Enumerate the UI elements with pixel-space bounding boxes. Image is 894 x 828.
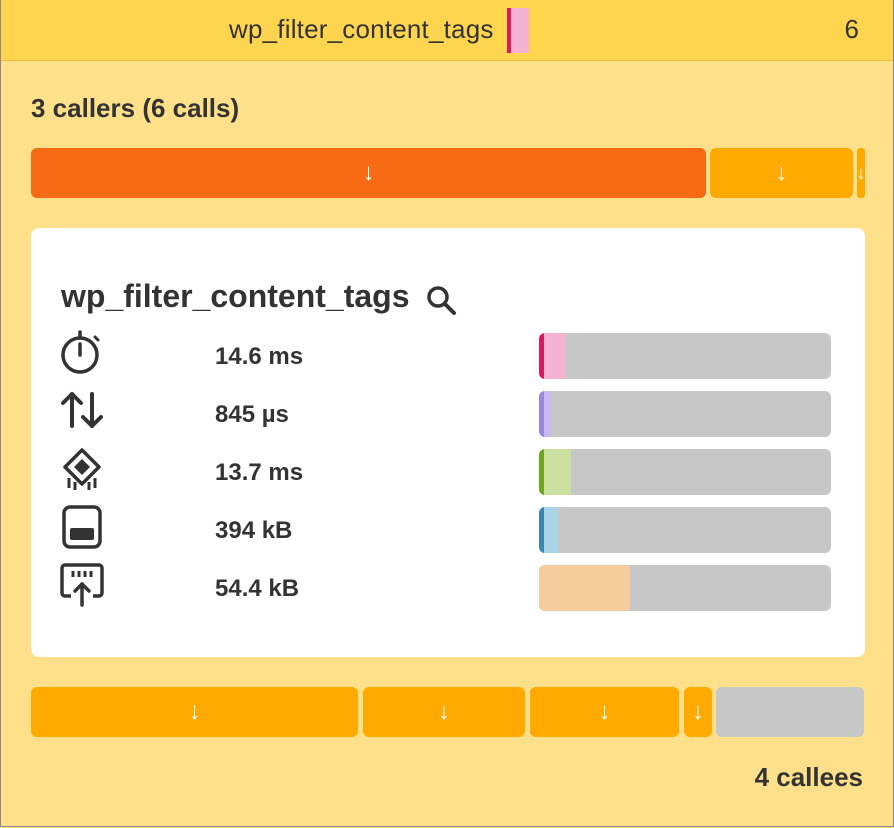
io-time-value: 845 µs xyxy=(215,401,289,428)
arrow-down-icon: ↓ xyxy=(362,159,375,186)
arrow-down-icon: ↓ xyxy=(438,698,450,725)
caller-segment-3[interactable]: ↓ xyxy=(856,148,866,198)
function-color-swatch xyxy=(507,8,529,53)
network-bar xyxy=(539,565,831,611)
search-icon[interactable] xyxy=(425,284,459,318)
memory-value: 394 kB xyxy=(215,517,293,544)
function-name-header: wp_filter_content_tags xyxy=(229,14,494,44)
cpu-time-bar xyxy=(539,449,831,495)
function-name-title: wp_filter_content_tags xyxy=(61,278,410,314)
function-detail-panel: wp_filter_content_tags 6 3 callers (6 ca… xyxy=(0,0,894,827)
callees-heading: 4 callees xyxy=(754,762,863,792)
function-header-bar[interactable]: wp_filter_content_tags 6 xyxy=(1,0,893,61)
callee-segment-4[interactable]: ↓ xyxy=(684,687,712,737)
callee-segment-2[interactable]: ↓ xyxy=(363,687,525,737)
network-value: 54.4 kB xyxy=(215,575,300,602)
arrow-down-icon: ↓ xyxy=(188,698,201,725)
call-count: 6 xyxy=(844,14,859,44)
callers-heading: 3 callers (6 calls) xyxy=(31,93,240,123)
callee-segment-self xyxy=(716,687,864,737)
io-arrows-icon xyxy=(59,388,105,434)
network-upload-icon xyxy=(59,562,105,608)
memory-icon xyxy=(59,504,105,550)
arrow-down-icon: ↓ xyxy=(598,698,611,725)
arrow-down-icon: ↓ xyxy=(692,698,704,725)
stopwatch-icon xyxy=(59,330,105,376)
arrow-down-icon: ↓ xyxy=(856,162,866,183)
function-details-card: wp_filter_content_tags 14.6 ms 845 µs 13… xyxy=(31,228,865,657)
cpu-time-value: 13.7 ms xyxy=(215,459,304,486)
wall-time-value: 14.6 ms xyxy=(215,343,304,370)
callee-segment-3[interactable]: ↓ xyxy=(530,687,679,737)
io-time-bar xyxy=(539,391,831,437)
arrow-down-icon: ↓ xyxy=(775,159,788,186)
memory-bar xyxy=(539,507,831,553)
caller-segment-1[interactable]: ↓ xyxy=(31,148,706,198)
caller-segment-2[interactable]: ↓ xyxy=(710,148,853,198)
callee-segment-1[interactable]: ↓ xyxy=(31,687,358,737)
network-bar-fill xyxy=(539,565,630,611)
cpu-chip-icon xyxy=(59,446,105,492)
wall-time-bar xyxy=(539,333,831,379)
